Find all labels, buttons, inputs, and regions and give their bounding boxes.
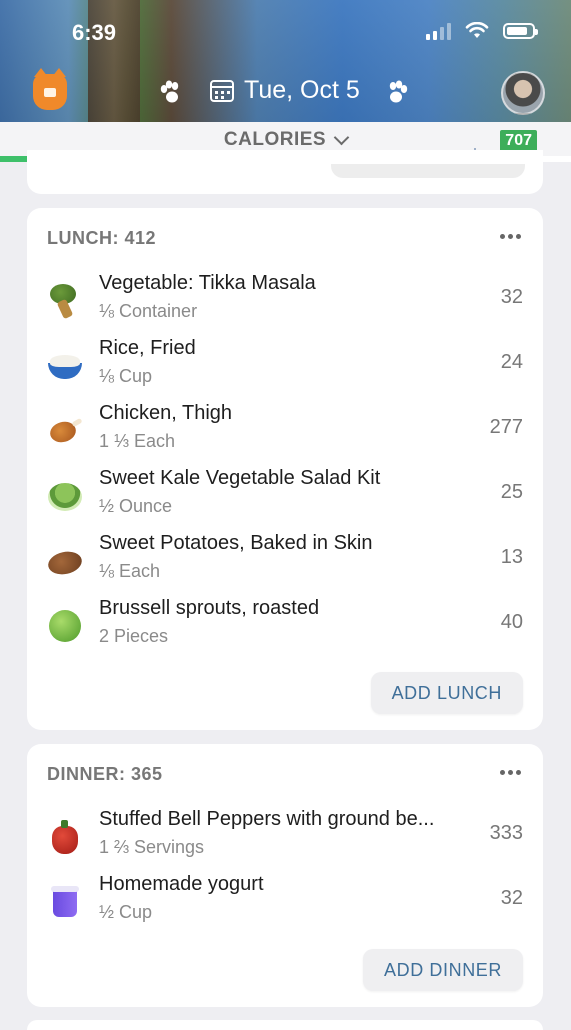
lunch-more-options-icon[interactable] (500, 234, 521, 239)
next-day-paw-icon[interactable] (384, 80, 410, 109)
calories-remaining-badge: 707 (500, 130, 537, 152)
lunch-food-list: Vegetable: Tikka Masala ⅛ Container 32 R… (27, 268, 543, 658)
current-date: Tue, Oct 5 (244, 76, 360, 104)
lunch-card: LUNCH: 412 Vegetable: Tikka Masala ⅛ Con… (27, 208, 543, 730)
date-selector[interactable]: Tue, Oct 5 (210, 76, 360, 105)
list-item[interactable]: Homemade yogurt ½ Cup 32 (27, 869, 543, 934)
food-calories: 277 (489, 416, 523, 438)
food-serving: 1 ⅓ Each (99, 431, 176, 451)
food-name: Homemade yogurt (99, 873, 264, 895)
dinner-more-options-icon[interactable] (500, 770, 521, 775)
food-name: Stuffed Bell Peppers with ground be... (99, 808, 435, 830)
food-calories: 40 (500, 611, 523, 633)
food-name: Chicken, Thigh (99, 402, 233, 424)
food-serving: ⅛ Container (99, 301, 198, 321)
salad-icon (46, 477, 84, 515)
lunch-header: LUNCH: 412 (47, 228, 157, 248)
food-name: Sweet Potatoes, Baked in Skin (99, 532, 373, 554)
list-item[interactable]: Sweet Kale Vegetable Salad Kit ½ Ounce 2… (27, 463, 543, 528)
app-logo-icon[interactable] (33, 68, 67, 110)
battery-icon (503, 23, 538, 39)
food-calories: 24 (500, 351, 523, 373)
header-background: 6:39 Tue, Oct 5 (0, 0, 571, 122)
food-serving: 2 Pieces (99, 626, 169, 646)
food-calories: 32 (500, 286, 523, 308)
food-calories: 13 (500, 546, 523, 568)
bell-pepper-icon (46, 818, 84, 856)
sweet-potato-icon (46, 542, 84, 580)
roast-chicken-icon (46, 412, 84, 450)
list-item[interactable]: Chicken, Thigh 1 ⅓ Each 277 (27, 398, 543, 463)
food-serving: ⅛ Cup (99, 366, 153, 386)
food-name: Sweet Kale Vegetable Salad Kit (99, 467, 381, 489)
wifi-icon (465, 22, 489, 38)
chevron-down-icon (333, 129, 350, 145)
list-item[interactable]: Sweet Potatoes, Baked in Skin ⅛ Each 13 (27, 528, 543, 593)
broccoli-icon (46, 282, 84, 320)
add-breakfast-button-partial[interactable] (331, 164, 525, 178)
add-lunch-button[interactable]: ADD LUNCH (370, 672, 523, 714)
food-serving: ½ Cup (99, 902, 153, 922)
status-time: 6:39 (72, 20, 117, 45)
top-navigation: Tue, Oct 5 (0, 68, 571, 115)
dinner-header: DINNER: 365 (47, 764, 163, 784)
food-serving: ⅛ Each (99, 561, 161, 581)
food-name: Vegetable: Tikka Masala (99, 272, 316, 294)
status-icons (426, 22, 538, 40)
list-item[interactable]: Rice, Fried ⅛ Cup 24 (27, 333, 543, 398)
previous-day-paw-icon[interactable] (158, 80, 184, 109)
cellular-signal-icon (426, 22, 451, 40)
food-serving: ½ Ounce (99, 496, 173, 516)
food-calories: 32 (500, 887, 523, 909)
calendar-icon (210, 79, 234, 102)
yogurt-cup-icon (46, 883, 84, 921)
breakfast-card-partial (27, 150, 543, 194)
list-item[interactable]: Vegetable: Tikka Masala ⅛ Container 32 (27, 268, 543, 333)
food-name: Rice, Fried (99, 337, 196, 359)
calories-label: CALORIES (223, 129, 327, 150)
dinner-card: DINNER: 365 Stuffed Bell Peppers with gr… (27, 744, 543, 1007)
food-calories: 333 (489, 822, 523, 844)
food-calories: 25 (500, 481, 523, 503)
list-item[interactable]: Stuffed Bell Peppers with ground be... 1… (27, 804, 543, 869)
food-serving: 1 ⅔ Servings (99, 837, 205, 857)
food-name: Brussell sprouts, roasted (99, 597, 320, 619)
list-item[interactable]: Brussell sprouts, roasted 2 Pieces 40 (27, 593, 543, 658)
add-dinner-button[interactable]: ADD DINNER (362, 949, 523, 991)
rice-bowl-icon (46, 347, 84, 385)
avatar[interactable] (501, 71, 545, 115)
next-card-partial (27, 1020, 543, 1030)
brussels-sprout-icon (46, 607, 84, 645)
dinner-food-list: Stuffed Bell Peppers with ground be... 1… (27, 804, 543, 934)
